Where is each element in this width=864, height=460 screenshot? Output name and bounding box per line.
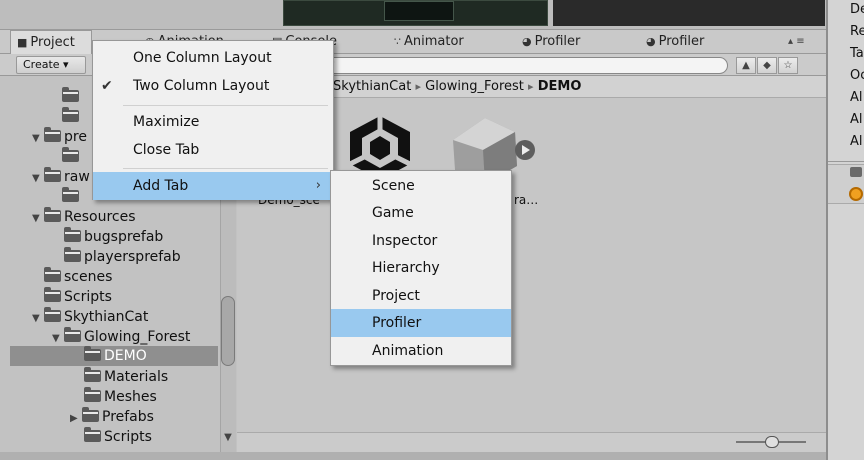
folder-icon: [62, 187, 79, 202]
inspector-item[interactable]: De: [850, 2, 864, 17]
folder-icon: [44, 307, 61, 322]
favorites-star-icon[interactable]: ☆: [778, 57, 798, 74]
menu-separator: [123, 168, 328, 169]
folder-icon: [44, 207, 61, 222]
breadcrumb-glowing-forest[interactable]: Glowing_Forest: [425, 79, 524, 94]
folder-icon: [64, 247, 81, 262]
create-button[interactable]: Create ▾: [16, 56, 86, 74]
tree-item-demo[interactable]: DEMO: [84, 346, 147, 366]
folder-icon: [44, 267, 61, 282]
submenu-item-hierarchy[interactable]: Hierarchy: [331, 254, 511, 282]
asset-bundle-icon: [849, 187, 863, 201]
tree-item-playersprefab[interactable]: playersprefab: [64, 247, 181, 267]
tab-animator[interactable]: ∵ Animator: [394, 30, 464, 54]
tree-item-prefabs[interactable]: ▶ Prefabs: [70, 407, 154, 427]
lock-icon[interactable]: ▴ ≡: [788, 30, 805, 54]
submenu-item-project[interactable]: Project: [331, 282, 511, 310]
profiler-icon: ◕: [646, 35, 656, 48]
tab-profiler[interactable]: ◕ Profiler: [522, 30, 580, 54]
tree-item[interactable]: [62, 107, 82, 127]
tree-item-materials[interactable]: Materials: [84, 367, 168, 387]
asset-label: ra…: [514, 193, 539, 207]
inspector-item[interactable]: Al: [850, 112, 863, 127]
folder-icon: [82, 407, 99, 422]
expand-arrow-icon[interactable]: ▼: [32, 209, 44, 229]
menu-item-maximize[interactable]: Maximize: [93, 108, 333, 136]
filter-by-type-icon[interactable]: ▲: [736, 57, 756, 74]
filter-by-label-icon[interactable]: ◆: [757, 57, 777, 74]
search-input[interactable]: ⚲: [318, 57, 728, 74]
collapse-arrow-icon[interactable]: ▶: [70, 409, 82, 429]
inspector-item[interactable]: Re: [850, 24, 864, 39]
animator-icon: ∵: [394, 35, 401, 48]
tree-item[interactable]: [62, 187, 82, 207]
status-bar: [0, 452, 864, 460]
breadcrumb-separator: ▸: [415, 80, 421, 93]
folder-icon: [62, 147, 79, 162]
folder-icon: [850, 167, 862, 177]
folder-icon: [84, 367, 101, 382]
folder-icon: ■: [17, 36, 28, 49]
tree-item-scenes[interactable]: scenes: [44, 267, 112, 287]
folder-icon: [64, 327, 81, 342]
scene-view-thumbnail: [283, 0, 548, 26]
submenu-item-profiler[interactable]: Profiler: [331, 309, 511, 337]
inspector-item[interactable]: Al: [850, 90, 863, 105]
expand-arrow-icon[interactable]: ▼: [52, 329, 64, 349]
tab-profiler-2[interactable]: ◕ Profiler: [646, 30, 704, 54]
tree-item-bugsprefab[interactable]: bugsprefab: [64, 227, 163, 247]
scroll-down-arrow-icon[interactable]: ▼: [220, 432, 236, 446]
menu-item-close-tab[interactable]: Close Tab: [93, 136, 333, 164]
folder-icon: [62, 87, 79, 102]
submenu-item-scene[interactable]: Scene: [331, 172, 511, 200]
breadcrumb-skythiancat[interactable]: SkythianCat: [333, 79, 411, 94]
breadcrumb-current: DEMO: [537, 79, 582, 94]
tree-item[interactable]: [62, 147, 82, 167]
inspector-item[interactable]: Al: [850, 134, 863, 149]
tree-item-scripts[interactable]: Scripts: [44, 287, 112, 307]
folder-icon: [44, 287, 61, 302]
folder-icon: [84, 387, 101, 402]
expand-arrow-icon[interactable]: ▼: [32, 169, 44, 189]
checkmark-icon: ✔: [101, 78, 113, 94]
game-view-thumbnail: [553, 0, 825, 26]
folder-icon: [64, 227, 81, 242]
expand-arrow-icon[interactable]: ▼: [32, 309, 44, 329]
folder-icon: [84, 346, 101, 361]
tab-context-menu: One Column Layout ✔ Two Column Layout Max…: [92, 40, 334, 200]
tree-item-meshes[interactable]: Meshes: [84, 387, 157, 407]
tree-item[interactable]: [62, 87, 82, 107]
menu-item-two-column-layout[interactable]: ✔ Two Column Layout: [93, 72, 333, 100]
tree-item-glowing-forest[interactable]: ▼ Glowing_Forest: [52, 327, 190, 347]
menu-item-one-column-layout[interactable]: One Column Layout: [93, 44, 333, 72]
submenu-item-inspector[interactable]: Inspector: [331, 227, 511, 255]
divider: [828, 161, 864, 162]
submenu-item-animation[interactable]: Animation: [331, 337, 511, 365]
submenu-item-game[interactable]: Game: [331, 199, 511, 227]
tree-item-scripts-2[interactable]: Scripts: [84, 427, 152, 447]
profiler-icon: ◕: [522, 35, 532, 48]
menu-separator: [123, 105, 328, 106]
inspector-item[interactable]: Ta: [850, 46, 864, 61]
folder-icon: [44, 127, 61, 142]
folder-icon: [62, 107, 79, 122]
expand-arrow-icon[interactable]: ▼: [32, 129, 44, 149]
tree-item-resources[interactable]: ▼ Resources: [32, 207, 136, 227]
breadcrumb-separator: ▸: [528, 80, 534, 93]
folder-icon: [44, 167, 61, 182]
folder-icon: [84, 427, 101, 442]
inspector-item[interactable]: Oc: [850, 68, 864, 83]
add-tab-submenu: Scene Game Inspector Hierarchy Project P…: [330, 170, 512, 366]
submenu-arrow-icon: ›: [315, 178, 321, 193]
zoom-slider-knob[interactable]: [765, 436, 779, 448]
tree-item-skythiancat[interactable]: ▼ SkythianCat: [32, 307, 148, 327]
tree-scrollbar-thumb[interactable]: [221, 296, 235, 366]
menu-item-add-tab[interactable]: Add Tab ›: [93, 172, 333, 200]
tab-project[interactable]: ■ Project: [10, 30, 92, 54]
tree-item-raw[interactable]: ▼ raw: [32, 167, 90, 187]
tree-item-pre[interactable]: ▼ pre: [32, 127, 87, 147]
